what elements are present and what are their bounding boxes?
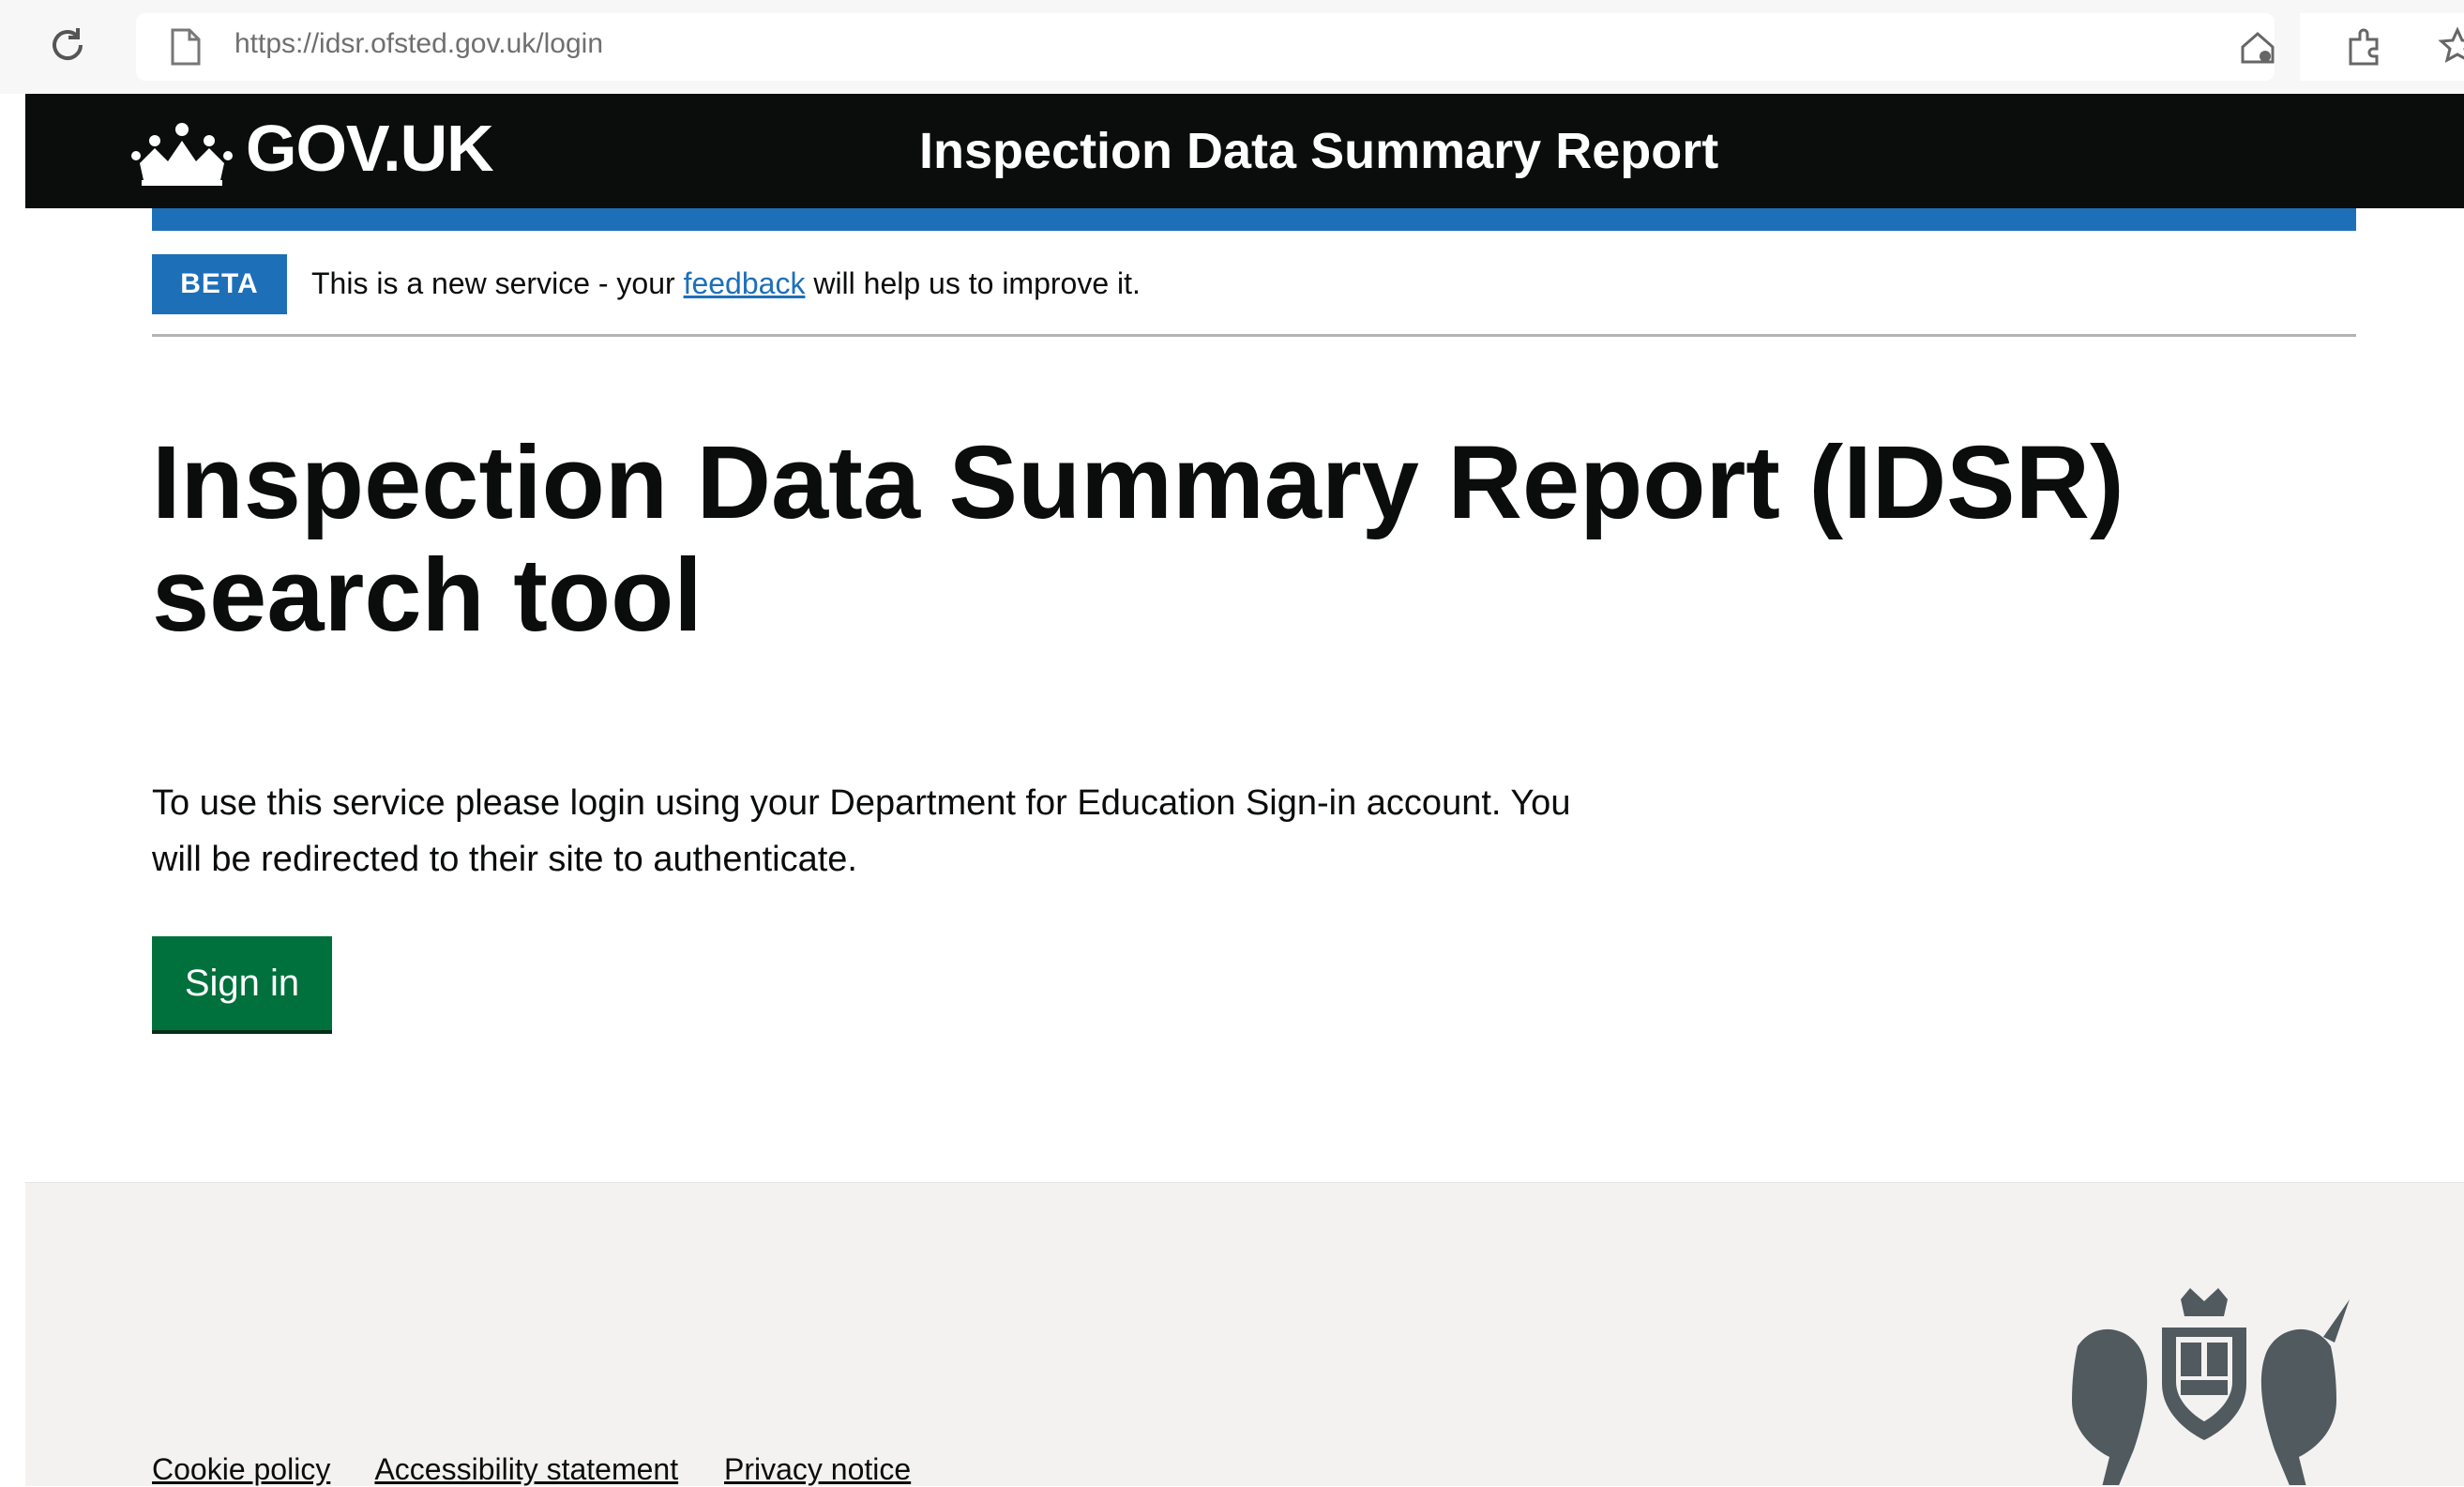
crown-icon[interactable] (127, 120, 237, 186)
page-title: Inspection Data Summary Report (IDSR) se… (152, 425, 2124, 653)
url-text[interactable]: https://idsr.ofsted.gov.uk/login (234, 28, 603, 60)
header-blue-bar (152, 208, 2356, 231)
privacy-notice-link[interactable]: Privacy notice (724, 1452, 911, 1486)
cookie-policy-link[interactable]: Cookie policy (152, 1452, 330, 1486)
reload-icon[interactable] (47, 24, 88, 66)
service-name[interactable]: Inspection Data Summary Report (919, 122, 1718, 180)
sign-in-instructions: To use this service please login using y… (152, 783, 1571, 879)
read-aloud-icon[interactable] (2237, 26, 2278, 68)
feedback-link[interactable]: feedback (684, 266, 806, 300)
govuk-logo-text[interactable]: GOV.UK (246, 111, 494, 186)
accessibility-statement-link[interactable]: Accessibility statement (374, 1452, 678, 1486)
sign-in-button[interactable]: Sign in (152, 936, 332, 1030)
phase-banner-text: This is a new service - your feedback wi… (311, 266, 1141, 301)
phase-banner-text-before: This is a new service - your (311, 266, 684, 300)
page-info-icon[interactable] (169, 28, 203, 66)
royal-coat-of-arms-icon (2072, 1288, 2350, 1485)
extensions-icon[interactable] (2343, 26, 2384, 68)
footer-links: Cookie policy Accessibility statement Pr… (152, 1452, 948, 1487)
beta-tag: BETA (152, 254, 287, 314)
phase-banner-text-after: will help us to improve it. (805, 266, 1141, 300)
favorites-icon[interactable] (2437, 26, 2464, 68)
